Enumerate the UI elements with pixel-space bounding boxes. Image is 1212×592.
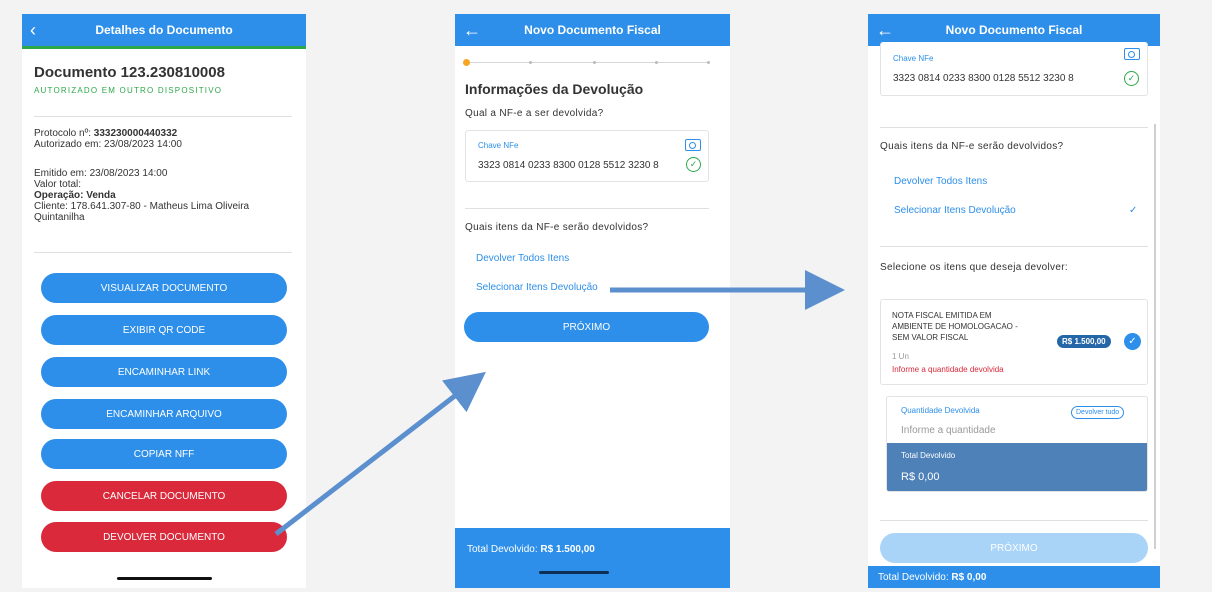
arrow-to-screen2 (274, 371, 486, 536)
flow-arrows (274, 270, 845, 536)
